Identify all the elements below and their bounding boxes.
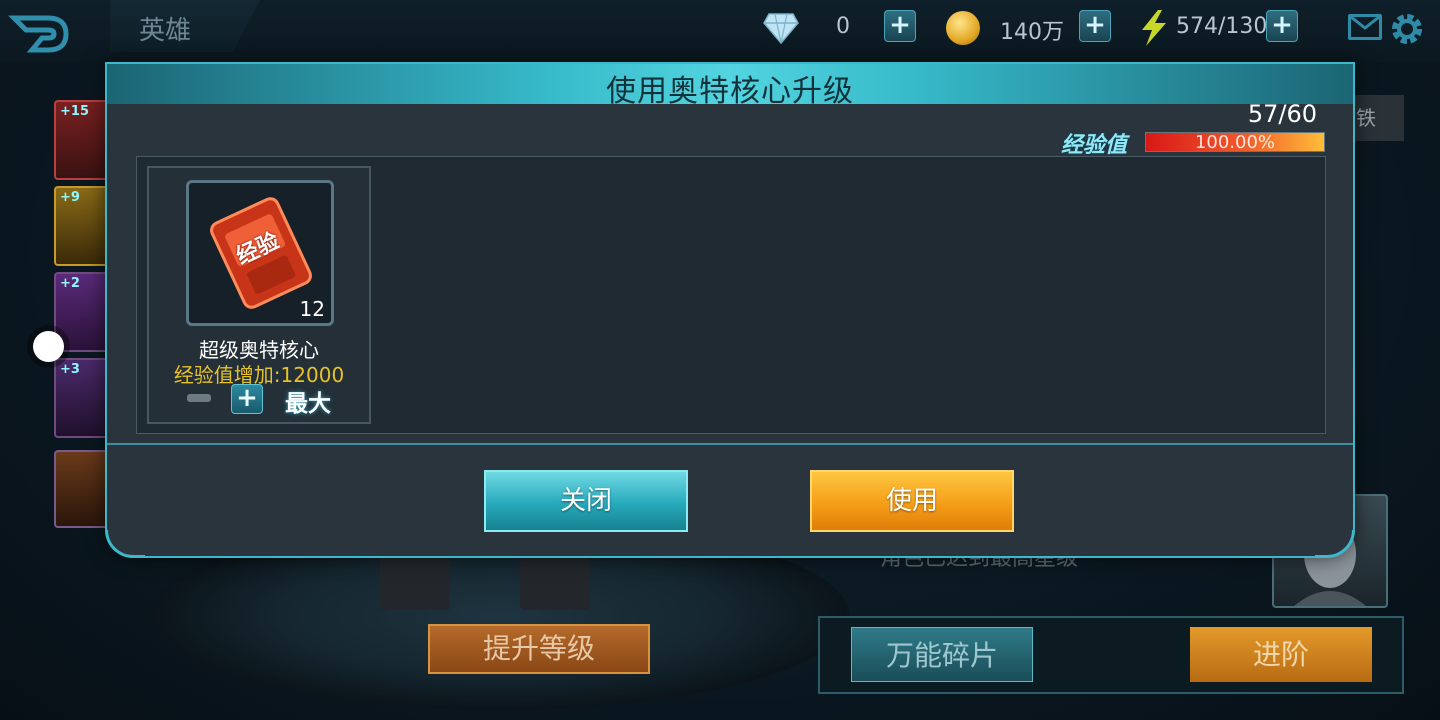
diamond-count: 0	[836, 14, 850, 39]
dialog-title: 使用奥特核心升级	[606, 74, 854, 109]
advance-label: 进阶	[1252, 638, 1309, 671]
add-energy-button[interactable]: +	[1266, 10, 1298, 42]
exp-label: 经验值	[1061, 133, 1128, 158]
equipment-slot[interactable]: +3	[54, 358, 112, 438]
energy-count: 574/130	[1176, 14, 1268, 39]
dialog-corner-ornament	[105, 530, 145, 558]
use-button[interactable]: 使用	[810, 470, 1014, 532]
hero-boot	[380, 555, 450, 610]
item-icon-frame[interactable]: 经验 12	[186, 180, 334, 326]
back-arrow-icon[interactable]	[7, 8, 74, 56]
slot-level: +2	[60, 276, 80, 291]
slot-level: +3	[60, 362, 80, 377]
dialog-header: 使用奥特核心升级	[107, 64, 1353, 109]
close-button-label: 关闭	[559, 486, 612, 516]
hero-slot[interactable]	[54, 450, 112, 528]
exp-percent: 100.00%	[1194, 132, 1276, 153]
advance-button[interactable]: 进阶	[1190, 627, 1372, 682]
side-tab-partial[interactable]: 铁	[1352, 95, 1404, 141]
gold-coin-icon	[946, 11, 980, 45]
exp-progress-bar: 100.00%	[1145, 132, 1325, 153]
item-card[interactable]: 经验 12 超级奥特核心 经验值增加:12000 + 最大	[147, 166, 371, 424]
close-button[interactable]: 关闭	[484, 470, 688, 532]
exp-count: 57/60	[1247, 100, 1317, 128]
add-diamond-button[interactable]: +	[884, 10, 916, 42]
upgrade-dialog: 使用奥特核心升级 57/60 经验值 100.00% 经验 12 超级奥特核心 …	[105, 62, 1355, 558]
mail-icon[interactable]	[1348, 14, 1382, 40]
decrease-button[interactable]	[187, 394, 211, 402]
increase-button[interactable]: +	[231, 384, 263, 414]
equipment-slot[interactable]: +9	[54, 186, 112, 266]
universal-fragment-label: 万能碎片	[885, 639, 998, 672]
level-up-button[interactable]: 提升等级	[428, 624, 650, 674]
slot-level: +9	[60, 190, 80, 205]
gold-count: 140万	[1000, 20, 1064, 45]
hero-boot	[520, 555, 590, 610]
slot-level: +15	[60, 104, 89, 119]
dialog-divider	[107, 443, 1353, 445]
page-title: 英雄	[139, 16, 192, 46]
lightning-icon	[1138, 10, 1170, 50]
level-up-label: 提升等级	[482, 632, 595, 665]
equipment-slot[interactable]: +15	[54, 100, 112, 180]
universal-fragment-button[interactable]: 万能碎片	[851, 627, 1033, 682]
floating-assistive-button[interactable]	[33, 331, 64, 362]
diamond-icon	[763, 12, 799, 48]
top-bar: 英雄 0 + 140万 + 574/130 +	[0, 0, 1440, 62]
use-button-label: 使用	[885, 486, 938, 516]
gear-icon[interactable]	[1388, 10, 1426, 48]
max-button[interactable]: 最大	[285, 384, 331, 418]
item-count: 12	[299, 297, 325, 321]
add-gold-button[interactable]: +	[1079, 10, 1111, 42]
